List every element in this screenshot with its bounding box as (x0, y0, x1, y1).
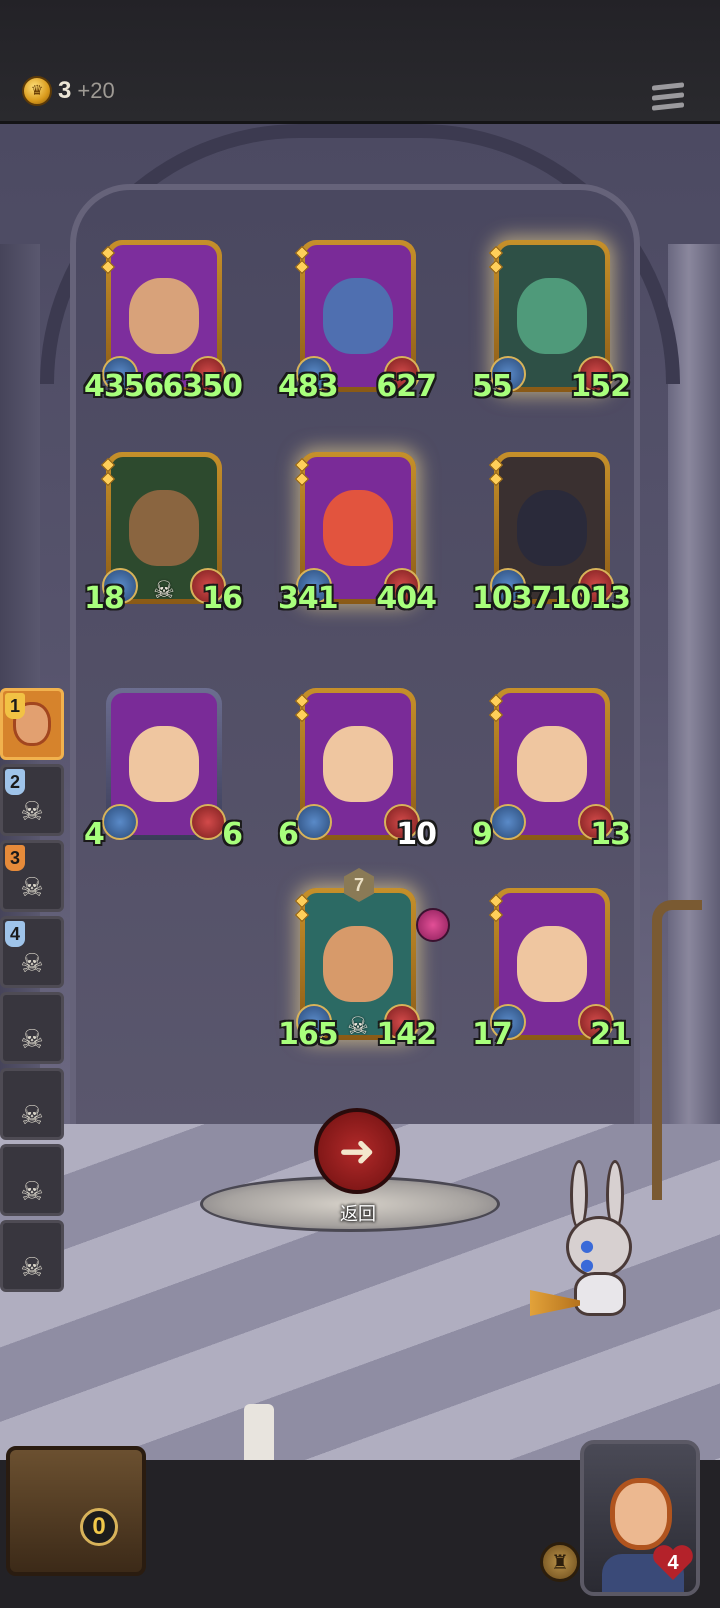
hero-portrait[interactable] (580, 1440, 700, 1596)
health-orb-icon (190, 804, 226, 840)
minion-card[interactable]: 4356 6350 (84, 240, 243, 404)
opponent-slot[interactable]: 1 (0, 688, 64, 760)
girl-with-doll-icon (517, 926, 587, 1002)
health-value: 6 (222, 817, 243, 852)
frog-noble-icon (517, 278, 587, 354)
attack-value: 1037 (472, 581, 552, 616)
gold-value: 3 (58, 77, 72, 104)
health-value: 1013 (550, 581, 631, 616)
minion-card[interactable]: 55 152 (472, 240, 631, 404)
back-button[interactable]: ➜ (314, 1108, 400, 1194)
attack-value: 17 (472, 1017, 513, 1052)
bell-icon[interactable]: ♜ (540, 1542, 580, 1582)
skull-icon: ☠ (20, 1101, 44, 1131)
leaf-hair-creature-icon (129, 278, 199, 354)
skull-icon: ☠ (153, 576, 175, 604)
bunny-body (574, 1272, 626, 1316)
skull-icon: ☠ (20, 797, 44, 827)
skull-icon: ☠ (347, 1012, 369, 1040)
health-value: 13 (590, 817, 631, 852)
opponent-slot[interactable]: ☠ (0, 1068, 64, 1140)
girl-with-doll-icon (129, 726, 199, 802)
opponent-slot[interactable]: ☠ (0, 1220, 64, 1292)
opponent-slot[interactable]: ☠ 2 (0, 764, 64, 836)
pig-charm-icon (416, 908, 450, 942)
gold-counter: ♛ 3 +20 (22, 76, 115, 106)
attack-value: 4356 (84, 369, 164, 404)
minion-card[interactable]: ☠ 18 16 (84, 452, 243, 616)
attack-orb-icon (102, 804, 138, 840)
minion-card[interactable]: ☠ 165 142 7 (278, 868, 450, 1052)
minion-card[interactable]: 1037 1013 (472, 452, 631, 616)
health-value: 142 (376, 1017, 437, 1052)
skull-icon: ☠ (20, 1177, 44, 1207)
skull-icon: ☠ (20, 949, 44, 979)
health-value: 16 (202, 581, 243, 616)
red-blob-icon (323, 490, 393, 566)
attack-orb-icon (490, 804, 526, 840)
skull-icon: ☠ (20, 1025, 44, 1055)
opponent-slot[interactable]: ☠ (0, 992, 64, 1064)
back-label: 返回 (340, 1204, 376, 1225)
harp-decoration (652, 900, 702, 1200)
health-value: 152 (570, 369, 631, 404)
hero-face (610, 1478, 672, 1550)
attack-value: 483 (278, 369, 339, 404)
health-value: 21 (590, 1017, 631, 1052)
attack-value: 4 (84, 817, 105, 852)
rank-badge: 4 (5, 921, 25, 947)
minion-card[interactable]: 46 (84, 688, 243, 852)
blue-imp-icon (323, 278, 393, 354)
attack-value: 18 (84, 581, 125, 616)
crown-coin-icon: ♛ (22, 76, 52, 106)
bunny-mascot: ● ● (560, 1160, 640, 1320)
rank-badge: 3 (5, 845, 25, 871)
knight-icon (323, 926, 393, 1002)
health-value: 627 (376, 369, 437, 404)
minion-card[interactable]: 483 627 (278, 240, 437, 404)
opponent-slot[interactable]: ☠ (0, 1144, 64, 1216)
top-hat-gentleman-icon (517, 490, 587, 566)
attack-value: 55 (472, 369, 513, 404)
treasure-chest-icon[interactable] (6, 1446, 146, 1576)
minion-card[interactable]: 341 404 (278, 452, 437, 616)
arrow-left-icon: ➜ (338, 1125, 376, 1177)
opponent-slot[interactable]: ☠ 4 (0, 916, 64, 988)
scarecrow-icon (129, 490, 199, 566)
girl-with-doll-icon (323, 726, 393, 802)
gold-increment: +20 (77, 78, 115, 103)
minion-card[interactable]: 9 13 (472, 688, 631, 852)
attack-value: 9 (472, 817, 493, 852)
minion-card[interactable]: 17 21 (472, 888, 631, 1052)
bunny-eyes: ● ● (580, 1236, 604, 1274)
attack-value: 341 (278, 581, 339, 616)
skull-icon: ☠ (20, 1253, 44, 1283)
opponent-slot[interactable]: ☠ 3 (0, 840, 64, 912)
health-value: 10 (396, 817, 437, 852)
minion-card[interactable]: 6 10 (278, 688, 437, 852)
rank-badge: 2 (5, 769, 25, 795)
health-value: 404 (376, 581, 437, 616)
top-bar: ♛ 3 +20 (0, 0, 720, 124)
attack-orb-icon (296, 804, 332, 840)
opponent-sidebar: 1 ☠ 2 ☠ 3 ☠ 4 ☠ ☠ ☠ ☠ (0, 688, 66, 1296)
hamburger-icon[interactable] (652, 82, 684, 114)
girl-with-doll-icon (517, 726, 587, 802)
chest-count: 0 (80, 1508, 118, 1546)
skull-icon: ☠ (20, 873, 44, 903)
rank-badge: 1 (5, 693, 25, 719)
attack-value: 165 (278, 1017, 339, 1052)
attack-value: 6 (278, 817, 299, 852)
health-value: 6350 (162, 369, 243, 404)
